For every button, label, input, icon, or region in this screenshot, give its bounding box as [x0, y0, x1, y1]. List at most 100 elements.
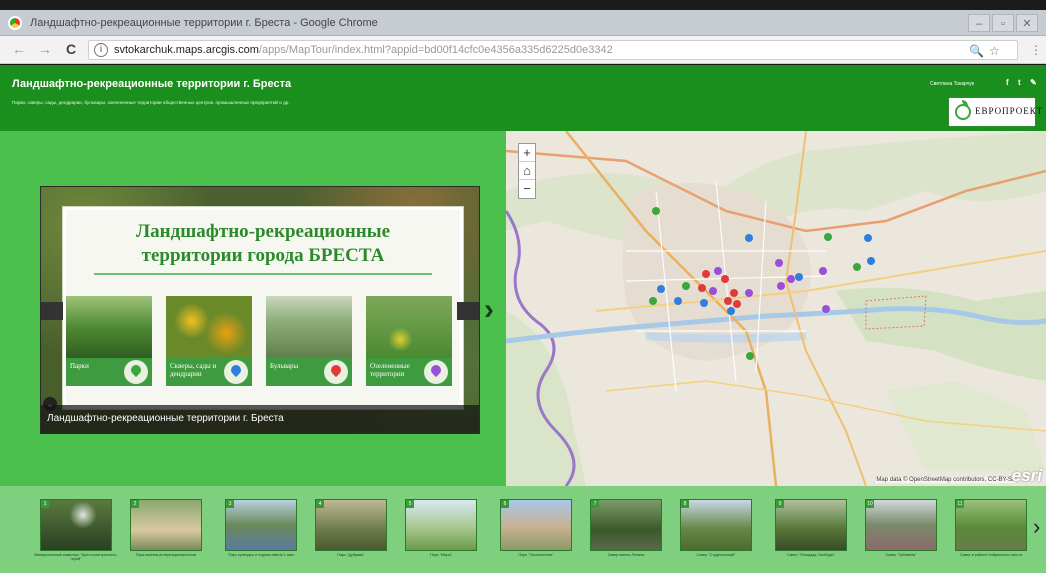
- map-pin-icon: [128, 362, 144, 378]
- thumbnail-number: 6: [501, 500, 509, 508]
- thumbnail-label: Сквер "Площадь Свободы": [787, 553, 835, 557]
- window-title: Ландшафтно-рекреационные территории г. Б…: [30, 17, 378, 29]
- card-photo: [166, 296, 252, 358]
- url-input[interactable]: i svtokarchuk.maps.arcgis.com/apps/MapTo…: [88, 40, 1018, 60]
- thumbnail-photo: [865, 499, 937, 551]
- thumbnail-number: 11: [956, 500, 964, 508]
- thumbnail-photo: [590, 499, 662, 551]
- thumbnail-photo: [130, 499, 202, 551]
- intro-poster: Ландшафтно-рекреационные территории горо…: [63, 207, 463, 409]
- forward-icon[interactable]: →: [36, 41, 54, 57]
- card-photo: [366, 296, 452, 358]
- back-icon[interactable]: ←: [10, 41, 28, 57]
- card-label: Скверы, сады и дендрарии: [170, 362, 217, 378]
- browser-titlebar: Ландшафтно-рекреационные территории г. Б…: [0, 10, 1046, 36]
- zoom-in-button[interactable]: +: [519, 144, 535, 162]
- page-subtitle: Парки, скверы, сады, дендрарии, бульвары…: [12, 100, 290, 105]
- maximize-icon[interactable]: ▫: [992, 14, 1014, 32]
- thumbnail-number: 8: [681, 500, 689, 508]
- thumbnail-label: Сквер в районе Кобринского моста: [960, 553, 1022, 557]
- logo-text: ЕВРОПРОЕКТ: [975, 106, 1044, 116]
- thumbnail-photo: [680, 499, 752, 551]
- category-card-boulevards: Бульвары: [266, 296, 352, 388]
- info-icon[interactable]: i: [94, 43, 108, 57]
- reload-icon[interactable]: C: [62, 41, 80, 57]
- app-header: Ландшафтно-рекреационные территории г. Б…: [0, 65, 1046, 131]
- thumbnail-label: Сквер "Зубовнев": [885, 553, 917, 557]
- card-circle: [424, 360, 448, 384]
- map-pin-icon: [428, 362, 444, 378]
- map-canvas: [506, 131, 1046, 486]
- minimize-icon[interactable]: –: [968, 14, 990, 32]
- map-view[interactable]: + ⌂ − Map data © OpenStreetMap contribut…: [506, 131, 1046, 486]
- map-zoom-controls: + ⌂ −: [518, 143, 536, 199]
- card-band: Озелененные территории: [366, 358, 452, 386]
- thumbnail-number: 4: [316, 500, 324, 508]
- thumbnail-label: Парк "Тысячелетия": [518, 553, 554, 557]
- thumbnail-number: 7: [591, 500, 599, 508]
- thumbnail-carousel: 1 Мемориальный комплекс "Брестская крепо…: [0, 486, 1046, 573]
- thumbnail-label: Мемориальный комплекс "Брестская крепост…: [34, 553, 118, 562]
- url-text: svtokarchuk.maps.arcgis.com/apps/MapTour…: [114, 44, 613, 56]
- card-photo: [66, 296, 152, 358]
- card-circle: [224, 360, 248, 384]
- card-band: Бульвары: [266, 358, 352, 386]
- esri-logo: esri: [1011, 466, 1042, 485]
- thumbnail-photo: [775, 499, 847, 551]
- next-arrow-button[interactable]: ›: [484, 293, 494, 327]
- thumbnail-number: 5: [406, 500, 414, 508]
- slide-next-tab: [457, 302, 479, 320]
- thumbnail-number: 3: [226, 500, 234, 508]
- menu-icon[interactable]: ⋮: [1030, 43, 1042, 57]
- close-icon[interactable]: ✕: [1016, 14, 1038, 32]
- facebook-icon[interactable]: f: [1006, 78, 1009, 87]
- category-card-parks: Парки: [66, 296, 152, 388]
- thumbnail-label: Сквер "Студенческий": [696, 553, 736, 557]
- europroject-logo: ЕВРОПРОЕКТ: [948, 97, 1042, 127]
- page-title: Ландшафтно-рекреационные территории г. Б…: [12, 78, 292, 90]
- poster-title: Ландшафтно-рекреационные территории горо…: [66, 220, 460, 268]
- thumbnail-label: Сквер имени Ленина: [607, 553, 645, 557]
- apple-icon: [955, 104, 971, 120]
- home-icon[interactable]: ⌂: [519, 162, 535, 180]
- card-label: Озелененные территории: [370, 362, 410, 378]
- thumbnail-number: 9: [776, 500, 784, 508]
- author-name: Светлана Токарчук: [930, 81, 975, 87]
- zoom-search-icon[interactable]: 🔍: [969, 44, 984, 58]
- carousel-next-button[interactable]: ›: [1033, 514, 1040, 540]
- thumbnail-label: Парк "Мира": [430, 553, 452, 557]
- card-band: Скверы, сады и дендрарии: [166, 358, 252, 386]
- thumbnail-label: Парк воинов-интернационалистов: [135, 553, 197, 557]
- bookmark-star-icon[interactable]: ☆: [989, 44, 1000, 58]
- thumbnail-label: Парк "Дубрава": [337, 553, 365, 557]
- card-circle: [324, 360, 348, 384]
- media-panel: Ландшафтно-рекреационные территории горо…: [0, 131, 506, 486]
- thumbnail-photo: [225, 499, 297, 551]
- poster-divider: [94, 273, 432, 275]
- thumbnail-number: 10: [866, 500, 874, 508]
- thumbnail-label: Парк культуры и отдыха имени 1 мая: [228, 553, 294, 557]
- card-band: Парки: [66, 358, 152, 386]
- card-photo: [266, 296, 352, 358]
- edit-icon[interactable]: ✎: [1030, 78, 1037, 87]
- card-circle: [124, 360, 148, 384]
- zoom-out-button[interactable]: −: [519, 180, 535, 198]
- thumbnail-photo: [955, 499, 1027, 551]
- map-pin-icon: [228, 362, 244, 378]
- poster-title-line1: Ландшафтно-рекреационные: [135, 221, 390, 242]
- twitter-icon[interactable]: t: [1018, 78, 1021, 87]
- card-label: Парки: [70, 362, 89, 370]
- chrome-icon: [8, 16, 22, 30]
- thumbnail-number: 1: [41, 500, 49, 508]
- slide-prev-tab: [41, 302, 63, 320]
- thumbnail-photo: [500, 499, 572, 551]
- thumbnail-number: 2: [131, 500, 139, 508]
- poster-title-line2: территории города БРЕСТА: [141, 245, 385, 266]
- slide-image: Ландшафтно-рекреационные территории горо…: [40, 186, 480, 434]
- map-attribution: Map data © OpenStreetMap contributors, C…: [876, 477, 1016, 483]
- slide-caption: Ландшафтно-рекреационные территории г. Б…: [41, 405, 479, 433]
- thumbnail-photo: [315, 499, 387, 551]
- address-bar: ← → C i svtokarchuk.maps.arcgis.com/apps…: [0, 36, 1046, 64]
- thumbnail-photo: [40, 499, 112, 551]
- thumbnail-photo: [405, 499, 477, 551]
